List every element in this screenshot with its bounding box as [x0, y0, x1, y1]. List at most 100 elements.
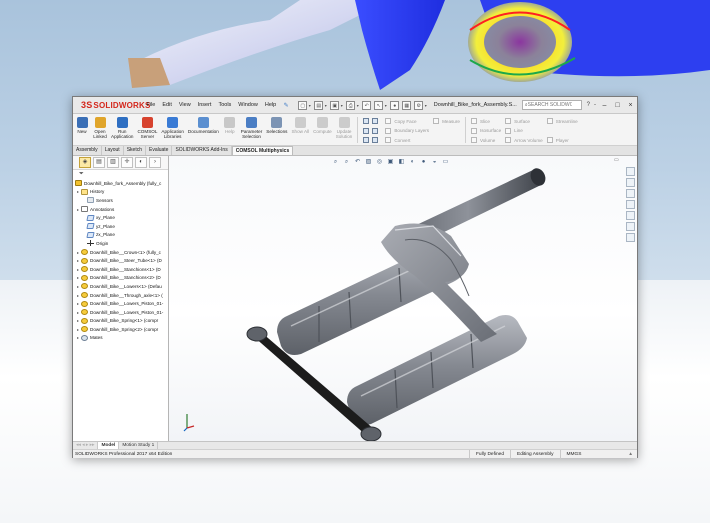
tree-filter-icon[interactable]: ⏷ — [73, 170, 168, 179]
tree-item[interactable]: Sensors — [73, 196, 168, 205]
solidworks-logo[interactable]: 3SSOLIDWORKS — [73, 100, 150, 110]
graphics-area[interactable]: ⌕ ⌕ ↶ ▨ ◎ ▣ ◧ ◐ ● ◒ ▭ — [169, 156, 637, 441]
maximize-button[interactable]: □ — [611, 97, 624, 114]
configuration-manager-tab-icon[interactable]: ▥ — [107, 157, 119, 168]
menu-window[interactable]: Window — [235, 102, 262, 108]
tree-item[interactable]: ▸ Downhill_Bike_Spring<1> (compr — [73, 317, 168, 326]
select-arrow-icon[interactable]: ↖ — [374, 100, 384, 110]
status-units[interactable]: MMGS — [559, 449, 588, 459]
tree-item[interactable]: ▸ Downhill_Bike__Lowers<1> (Defau — [73, 282, 168, 291]
save-dropdown-icon[interactable]: ▾ — [341, 103, 343, 108]
copy-face-button[interactable]: Copy Face — [385, 117, 429, 125]
tree-item[interactable]: ▸ Downhill_Bike__Steer_Tube<1> (D — [73, 256, 168, 265]
rebuild-icon[interactable]: ● — [390, 100, 400, 110]
print-icon[interactable]: ⎙ — [346, 100, 356, 110]
line-button[interactable]: Line — [505, 127, 543, 135]
fork-3d-model[interactable] — [169, 156, 637, 441]
feature-tree-tab-icon[interactable]: ◈ — [79, 157, 91, 168]
menu-edit[interactable]: Edit — [159, 102, 175, 108]
help-question-icon[interactable]: ? — [585, 102, 592, 108]
tab-nav-arrows-icon[interactable]: ◂◂ ◂ ▸ ▸▸ — [73, 442, 99, 449]
ribbon-tool-c[interactable] — [363, 136, 381, 144]
tree-item[interactable]: ▸ Downhill_Bike_Spring<2> (compr — [73, 325, 168, 334]
tab-solidworks-add-ins[interactable]: SOLIDWORKS Add-Ins — [172, 146, 232, 155]
tree-item[interactable]: ▸ Downhill_Bike__Stanchions<1> (D — [73, 265, 168, 274]
player-button[interactable]: Player — [546, 136, 578, 144]
tree-item[interactable]: Origin — [73, 239, 168, 248]
print-dropdown-icon[interactable]: ▾ — [357, 103, 359, 108]
menu-file[interactable]: File — [143, 102, 159, 108]
ribbon-button-parameter-selection[interactable]: Parameter Selection — [239, 117, 264, 139]
ribbon-button-update-solution[interactable]: Update Solution — [334, 117, 355, 139]
tree-item[interactable]: xy_Plane — [73, 213, 168, 222]
tree-item[interactable]: ▸ Annotations — [73, 205, 168, 214]
tab-model[interactable]: Model — [98, 442, 120, 449]
tree-item[interactable]: ▸ History — [73, 188, 168, 197]
tree-item[interactable]: ▸ Downhill_Bike__Stanchions<2> (D — [73, 274, 168, 283]
tree-root[interactable]: Downhill_Bike_fork_Assembly (fully_c — [73, 179, 168, 188]
tree-item[interactable]: ▸ Downhill_Bike__Lowers_Piston_01- — [73, 299, 168, 308]
tree-item[interactable]: zx_Plane — [73, 231, 168, 240]
tab-sketch[interactable]: Sketch — [124, 146, 146, 155]
open-dropdown-icon[interactable]: ▾ — [325, 103, 327, 108]
tab-layout[interactable]: Layout — [102, 146, 124, 155]
file-explorer-icon[interactable] — [626, 189, 635, 198]
units-arrow-icon[interactable]: ▲ — [628, 452, 637, 457]
ribbon-tool-b[interactable] — [363, 127, 381, 135]
ribbon-button-new-doc[interactable]: New — [73, 117, 91, 134]
options-dropdown-icon[interactable]: ▾ — [425, 103, 427, 108]
search-help-box[interactable]: ⌕ — [521, 100, 582, 110]
menu-tools[interactable]: Tools — [215, 102, 235, 108]
tab-comsol-multiphysics[interactable]: COMSOL Multiphysics — [231, 146, 294, 155]
measure-button[interactable]: Measure — [433, 117, 460, 125]
appearances-icon[interactable] — [626, 211, 635, 220]
undo-icon[interactable]: ↶ — [362, 100, 372, 110]
volume-button[interactable]: Volume — [470, 136, 501, 144]
dimxpert-tab-icon[interactable]: ✛ — [121, 157, 133, 168]
view-palette-icon[interactable] — [626, 200, 635, 209]
tree-item[interactable]: yz_Plane — [73, 222, 168, 231]
convert-button[interactable]: Convert — [385, 136, 429, 144]
ribbon-button-selections[interactable]: Selections — [264, 117, 289, 134]
menu-view[interactable]: View — [175, 102, 194, 108]
minimize-button[interactable]: – — [598, 97, 611, 114]
save-icon[interactable]: ▣ — [330, 100, 340, 110]
tree-item[interactable]: ▸ Downhill_Bike__Lowers_Piston_01- — [73, 308, 168, 317]
tab-assembly[interactable]: Assembly — [73, 146, 102, 155]
tree-item[interactable]: ▸ Mates — [73, 334, 168, 343]
tree-item[interactable]: ▸ Downhill_Bike__Crown<1> (fully_c — [73, 248, 168, 257]
ribbon-button-app-libraries[interactable]: Application Libraries — [159, 117, 185, 139]
ribbon-button-documentation[interactable]: Documentation — [186, 117, 221, 134]
search-help-input[interactable] — [527, 102, 572, 108]
slice-button[interactable]: Slice — [470, 117, 501, 125]
new-dropdown-icon[interactable]: ▾ — [309, 103, 311, 108]
select-dropdown-icon[interactable]: ▾ — [385, 103, 387, 108]
options-gear-icon[interactable]: ⚙ — [414, 100, 424, 110]
solidworks-resources-icon[interactable] — [626, 167, 635, 176]
forum-icon[interactable] — [626, 233, 635, 242]
arrow-volume-button[interactable]: Arrow Volume — [505, 136, 543, 144]
design-library-icon[interactable] — [626, 178, 635, 187]
tree-item[interactable]: ▸ Downhill_Bike__Through_axle<1> ( — [73, 291, 168, 300]
menu-insert[interactable]: Insert — [194, 102, 215, 108]
streamline-button[interactable]: Streamline — [546, 117, 578, 125]
close-button[interactable]: × — [624, 97, 637, 114]
viewport-restore-icon[interactable]: ▭ — [614, 157, 619, 163]
ribbon-tool-a[interactable] — [363, 117, 381, 125]
ribbon-button-compute[interactable]: Compute — [311, 117, 334, 134]
file-properties-icon[interactable]: ▦ — [402, 100, 412, 110]
tab-evaluate[interactable]: Evaluate — [146, 146, 173, 155]
ribbon-button-show-all[interactable]: Show All — [289, 117, 311, 134]
surface-button[interactable]: Surface — [505, 117, 543, 125]
ribbon-button-comsol-server[interactable]: COMSOL Server — [135, 117, 159, 139]
display-manager-tab-icon[interactable]: ◐ — [135, 157, 147, 168]
isosurface-button[interactable]: Isosurface — [470, 127, 501, 135]
ribbon-button-open-folder[interactable]: Open Linked — [91, 117, 109, 139]
property-manager-tab-icon[interactable]: ▤ — [93, 157, 105, 168]
ribbon-button-run-app[interactable]: Run Application — [109, 117, 135, 139]
boundary-layers-button[interactable]: Boundary Layers — [385, 127, 429, 135]
new-file-icon[interactable]: ▢ — [298, 100, 308, 110]
expand-panel-icon[interactable]: › — [149, 157, 161, 168]
ribbon-button-help[interactable]: Help — [221, 117, 239, 134]
pin-menu-icon[interactable]: ✎ — [280, 102, 293, 109]
